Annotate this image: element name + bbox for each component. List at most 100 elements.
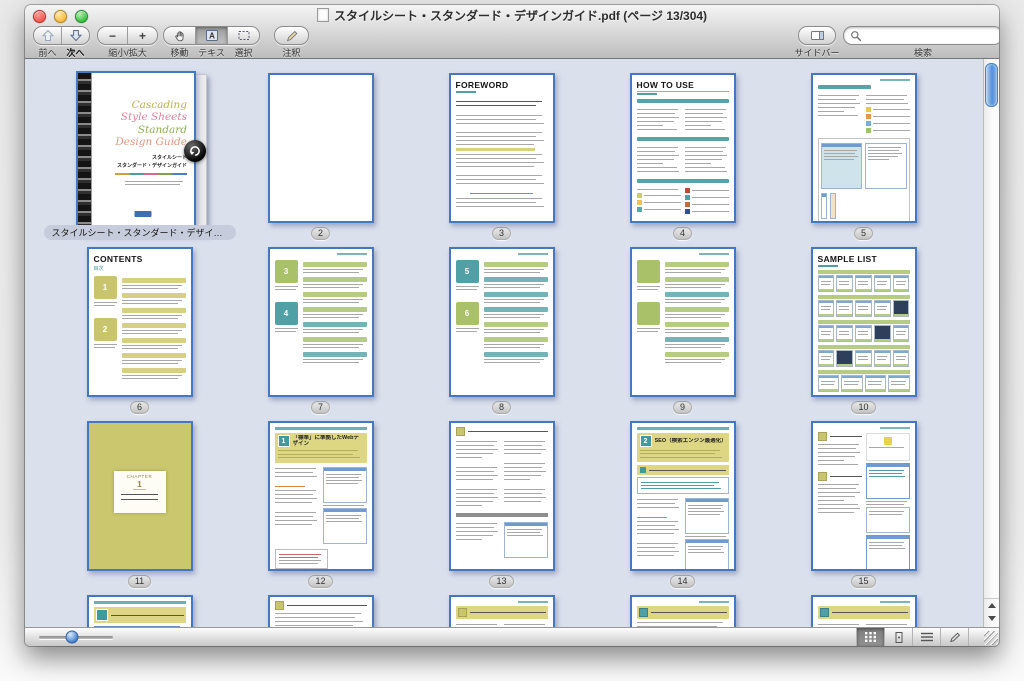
cover-page: CascadingStyle SheetsStandardDesign Guid… (76, 71, 196, 227)
page-preview (630, 247, 736, 397)
selection-rect-icon (237, 29, 251, 42)
nav-button-group: 前へ 次へ (33, 26, 90, 59)
move-tool-button[interactable] (164, 27, 196, 44)
thumbnail-page-13[interactable]: 13 (411, 417, 592, 591)
tool-capsule: A (163, 26, 260, 45)
page-preview (630, 595, 736, 627)
thumbnail-page-4[interactable]: HOW TO USE4 (592, 69, 773, 243)
thumbnail-page-row4-18[interactable] (592, 591, 773, 627)
scrollbar-thumb[interactable] (985, 63, 998, 107)
thumbnail-page-15[interactable]: 15 (773, 417, 954, 591)
view-mode-buttons (856, 628, 969, 646)
page-number-label: 2 (311, 227, 330, 240)
page-icon (895, 632, 903, 643)
vertical-scrollbar[interactable] (983, 59, 999, 627)
document-icon (317, 8, 329, 22)
thumbnail-page-11[interactable]: CHAPTER111 (49, 417, 230, 591)
sidebar-label: サイドバー (791, 46, 843, 59)
next-label: 次へ (62, 46, 90, 59)
zoom-out-button[interactable]: − (98, 27, 128, 44)
preview-window: スタイルシート・スタンダード・デザインガイド.pdf (ページ 13/304) … (25, 5, 999, 646)
toolbar: 前へ 次へ − + 縮小/拡大 A (25, 25, 999, 58)
thumbnail-page-row4-16[interactable] (230, 591, 411, 627)
thumbnail-page-row4-17[interactable] (411, 591, 592, 627)
thumbnail-page-9[interactable]: 9 (592, 243, 773, 417)
page-number-label: 13 (489, 575, 513, 588)
page-number-label: 5 (854, 227, 873, 240)
page-number-label: 9 (673, 401, 692, 414)
single-page-view-button[interactable] (884, 628, 912, 646)
minimize-button[interactable] (54, 10, 67, 23)
page-number-label: 6 (130, 401, 149, 414)
annotate-group: 注釈 (274, 26, 309, 59)
thumbnail-cover[interactable]: CascadingStyle SheetsStandardDesign Guid… (49, 69, 230, 243)
titlebar[interactable]: スタイルシート・スタンダード・デザインガイド.pdf (ページ 13/304) (25, 5, 999, 25)
sidebar-icon (810, 29, 825, 42)
zoom-window-button[interactable] (75, 10, 88, 23)
close-button[interactable] (33, 10, 46, 23)
thumbnail-page-7[interactable]: 347 (230, 243, 411, 417)
previous-page-button[interactable] (34, 27, 62, 44)
page-number-label: 12 (308, 575, 332, 588)
select-tool-button[interactable] (228, 27, 259, 44)
zoom-labels: 縮小/拡大 (98, 46, 158, 59)
page-preview: HOW TO USE (630, 73, 736, 223)
text-tool-button[interactable]: A (196, 27, 228, 44)
next-page-button[interactable] (62, 27, 89, 44)
page-preview (811, 595, 917, 627)
arrow-up-icon (41, 29, 55, 42)
thumbnail-page-8[interactable]: 568 (411, 243, 592, 417)
window-header: スタイルシート・スタンダード・デザインガイド.pdf (ページ 13/304) … (25, 5, 999, 59)
plus-icon: + (139, 30, 146, 42)
page-preview: 34 (268, 247, 374, 397)
sidebar-labels: サイドバー (791, 46, 843, 59)
zoom-in-button[interactable]: + (128, 27, 157, 44)
annotation-mode-button[interactable] (940, 628, 969, 646)
scroll-up-button[interactable] (984, 599, 999, 612)
page-number-label: 14 (670, 575, 694, 588)
window-title-text: スタイルシート・スタンダード・デザインガイド.pdf (ページ 13/304) (334, 7, 707, 24)
down-triangle-icon (988, 616, 996, 621)
resize-grip[interactable] (984, 631, 998, 645)
search-group: 検索 (843, 26, 999, 59)
up-triangle-icon (988, 603, 996, 608)
search-input[interactable] (862, 29, 996, 42)
page-number-label: 8 (492, 401, 511, 414)
page-number-label: 7 (311, 401, 330, 414)
sidebar-toggle-button[interactable] (799, 27, 835, 44)
nav-labels: 前へ 次へ (34, 46, 90, 59)
thumbnail-page-6[interactable]: CONTENTS目次126 (49, 243, 230, 417)
thumbnail-page-10[interactable]: SAMPLE LIST10 (773, 243, 954, 417)
page-preview: 56 (449, 247, 555, 397)
thumbnail-page-12[interactable]: 1「標準」に準拠したWebデザイン12 (230, 417, 411, 591)
thumbnail-page-row4-15[interactable] (49, 591, 230, 627)
annotate-capsule (274, 26, 309, 45)
cover-title: CascadingStyle SheetsStandardDesign Guid… (115, 99, 187, 149)
annotate-button[interactable] (275, 27, 308, 44)
scroll-down-button[interactable] (984, 612, 999, 625)
thumbnail-page-2[interactable]: 2 (230, 69, 411, 243)
thumbnail-page-3[interactable]: FOREWORD3 (411, 69, 592, 243)
svg-text:A: A (209, 32, 215, 41)
open-document-badge[interactable] (184, 140, 206, 162)
thumbnail-page-5[interactable]: 5 (773, 69, 954, 243)
search-label: 検索 (850, 46, 996, 59)
page-preview (268, 595, 374, 627)
page-preview (449, 595, 555, 627)
page-number-label: 15 (851, 575, 875, 588)
previous-label: 前へ (34, 46, 62, 59)
list-icon (921, 632, 933, 642)
thumbnail-page-14[interactable]: 2SEO（検索エンジン最適化）14 (592, 417, 773, 591)
contact-sheet-view-button[interactable] (856, 628, 884, 646)
thumbnail-page-row4-19[interactable] (773, 591, 954, 627)
annotate-labels: 注釈 (274, 46, 309, 59)
slider-knob[interactable] (65, 631, 78, 644)
hand-icon (173, 29, 187, 42)
thumbnail-zoom-slider[interactable] (39, 628, 113, 646)
thumbnail-list-view-button[interactable] (912, 628, 940, 646)
pencil-icon (285, 29, 299, 42)
search-field[interactable] (843, 26, 999, 45)
minus-icon: − (109, 30, 116, 42)
page-number-label: 10 (851, 401, 875, 414)
page-preview: FOREWORD (449, 73, 555, 223)
